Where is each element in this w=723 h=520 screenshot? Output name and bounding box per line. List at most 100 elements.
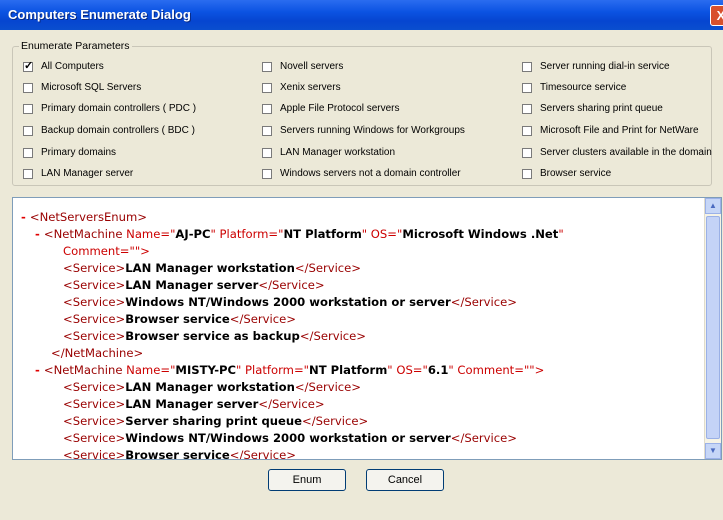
- xml-attr: Name=": [122, 227, 176, 241]
- xml-output-panel: - <NetServersEnum> - <NetMachine Name="AJ…: [12, 197, 722, 460]
- xml-tag: <NetMachine: [43, 363, 123, 377]
- xml-attr: ": [558, 227, 564, 241]
- cancel-button[interactable]: Cancel: [366, 469, 444, 491]
- xml-tag: </Service>: [294, 261, 362, 275]
- xml-root-node[interactable]: - <NetServersEnum>: [21, 209, 564, 226]
- xml-tag: </Service>: [450, 295, 517, 309]
- checkbox-xenix-servers[interactable]: Xenix servers: [262, 82, 341, 93]
- xml-tag: </NetMachine>: [51, 346, 144, 360]
- checkbox-box[interactable]: [262, 103, 272, 114]
- checkbox-label: Xenix servers: [280, 82, 341, 93]
- checkbox-box[interactable]: [23, 168, 33, 179]
- xml-service-line: <Service>Browser service as backup</Serv…: [21, 328, 564, 345]
- checkbox-server-clusters-available-in-the-domain[interactable]: Server clusters available in the domain: [522, 147, 712, 158]
- xml-service-line: <Service>Windows NT/Windows 2000 worksta…: [21, 430, 564, 447]
- checkbox-servers-sharing-print-queue[interactable]: Servers sharing print queue: [522, 103, 663, 114]
- checkbox-box[interactable]: [23, 59, 33, 72]
- checkbox-microsoft-sql-servers[interactable]: Microsoft SQL Servers: [23, 82, 141, 93]
- dialog-window: Computers Enumerate Dialog X Enumerate P…: [0, 0, 723, 520]
- xml-service-text: Server sharing print queue: [125, 414, 303, 428]
- checkbox-box[interactable]: [262, 125, 272, 136]
- checkbox-label: Server running dial-in service: [540, 61, 670, 72]
- xml-tag: </Service>: [302, 414, 369, 428]
- checkbox-browser-service[interactable]: Browser service: [522, 168, 611, 179]
- checkbox-lan-manager-server[interactable]: LAN Manager server: [23, 168, 133, 179]
- checkbox-all-computers[interactable]: All Computers: [23, 59, 104, 72]
- xml-service-text: Windows NT/Windows 2000 workstation or s…: [125, 431, 451, 445]
- xml-tag: <Service>: [63, 329, 126, 343]
- title-bar[interactable]: Computers Enumerate Dialog X: [0, 0, 723, 30]
- checkbox-novell-servers[interactable]: Novell servers: [262, 61, 343, 72]
- xml-service-text: LAN Manager workstation: [125, 261, 295, 275]
- checkbox-box[interactable]: [23, 125, 33, 136]
- xml-service-text: LAN Manager server: [125, 278, 259, 292]
- xml-machine-node[interactable]: - <NetMachine Name="MISTY-PC" Platform="…: [21, 362, 564, 379]
- checkbox-servers-running-windows-for-workgroups[interactable]: Servers running Windows for Workgroups: [262, 125, 465, 136]
- xml-tag: <Service>: [63, 448, 126, 460]
- checkbox-box[interactable]: [23, 82, 33, 93]
- enum-button[interactable]: Enum: [268, 469, 346, 491]
- checkbox-box[interactable]: [522, 103, 532, 114]
- vertical-scrollbar[interactable]: ▲ ▼: [704, 198, 721, 459]
- checkbox-backup-domain-controllers-bdc[interactable]: Backup domain controllers ( BDC ): [23, 125, 195, 136]
- checkbox-label: All Computers: [41, 61, 104, 72]
- checkbox-box[interactable]: [522, 125, 532, 136]
- xml-attr-value: AJ-PC: [175, 227, 211, 241]
- xml-tag: <Service>: [63, 312, 126, 326]
- xml-attr: " OS=": [387, 363, 428, 377]
- checkbox-label: Windows servers not a domain controller: [280, 168, 461, 179]
- xml-attr: " OS=": [361, 227, 403, 241]
- xml-attr: " Platform=": [210, 227, 284, 241]
- scroll-down-button[interactable]: ▼: [705, 443, 721, 459]
- xml-tag: <Service>: [63, 414, 126, 428]
- xml-attr-value: MISTY-PC: [175, 363, 237, 377]
- xml-tag: <NetServersEnum>: [29, 210, 148, 224]
- checkbox-box[interactable]: [23, 147, 33, 158]
- chevron-down-icon: ▼: [709, 446, 717, 455]
- checkbox-server-running-dial-in-service[interactable]: Server running dial-in service: [522, 61, 670, 72]
- xml-tag: <Service>: [63, 431, 126, 445]
- xml-machine-node[interactable]: - <NetMachine Name="AJ-PC" Platform="NT …: [21, 226, 564, 243]
- scroll-thumb[interactable]: [706, 216, 720, 439]
- xml-line: Comment="">: [21, 243, 564, 260]
- checkbox-label: Microsoft SQL Servers: [41, 82, 142, 93]
- checkbox-box[interactable]: [522, 168, 532, 179]
- chevron-up-icon: ▲: [709, 201, 717, 210]
- checkbox-microsoft-file-and-print-for-netware[interactable]: Microsoft File and Print for NetWare: [522, 125, 699, 136]
- checkbox-box[interactable]: [262, 147, 272, 158]
- checkbox-label: Servers sharing print queue: [540, 103, 663, 114]
- collapse-icon[interactable]: -: [35, 227, 44, 241]
- scroll-up-button[interactable]: ▲: [705, 198, 721, 214]
- checkbox-label: Primary domains: [41, 147, 117, 158]
- xml-service-line: <Service>LAN Manager server</Service>: [21, 277, 564, 294]
- checkbox-box[interactable]: [262, 82, 272, 93]
- xml-line: </NetMachine>: [21, 345, 564, 362]
- checkbox-box[interactable]: [23, 103, 33, 114]
- close-button[interactable]: X: [710, 5, 723, 26]
- xml-service-line: <Service>Server sharing print queue</Ser…: [21, 413, 564, 430]
- checkbox-label: LAN Manager server: [41, 168, 134, 179]
- xml-tag: <Service>: [63, 380, 126, 394]
- checkbox-timesource-service[interactable]: Timesource service: [522, 82, 626, 93]
- xml-tag: <Service>: [63, 278, 126, 292]
- collapse-icon[interactable]: -: [21, 210, 30, 224]
- checkbox-box[interactable]: [262, 168, 272, 179]
- checkbox-label: Primary domain controllers ( PDC ): [41, 103, 197, 114]
- checkbox-primary-domains[interactable]: Primary domains: [23, 147, 116, 158]
- checkbox-windows-servers-not-a-domain-controller[interactable]: Windows servers not a domain controller: [262, 168, 461, 179]
- checkbox-lan-manager-workstation[interactable]: LAN Manager workstation: [262, 147, 395, 158]
- checkbox-box[interactable]: [262, 61, 272, 72]
- checkbox-box[interactable]: [522, 82, 532, 93]
- checkbox-label: Browser service: [540, 168, 612, 179]
- checkbox-box[interactable]: [522, 61, 532, 72]
- collapse-icon[interactable]: -: [35, 363, 44, 377]
- checkbox-primary-domain-controllers-pdc[interactable]: Primary domain controllers ( PDC ): [23, 103, 196, 114]
- xml-tag: </Service>: [294, 380, 362, 394]
- xml-attr-value: 6.1: [427, 363, 449, 377]
- xml-tag: </Service>: [258, 278, 325, 292]
- xml-tag: </Service>: [450, 431, 517, 445]
- checkbox-apple-file-protocol-servers[interactable]: Apple File Protocol servers: [262, 103, 400, 114]
- xml-service-text: Browser service: [125, 312, 230, 326]
- xml-attr-value: NT Platform: [283, 227, 362, 241]
- checkbox-box[interactable]: [522, 147, 532, 158]
